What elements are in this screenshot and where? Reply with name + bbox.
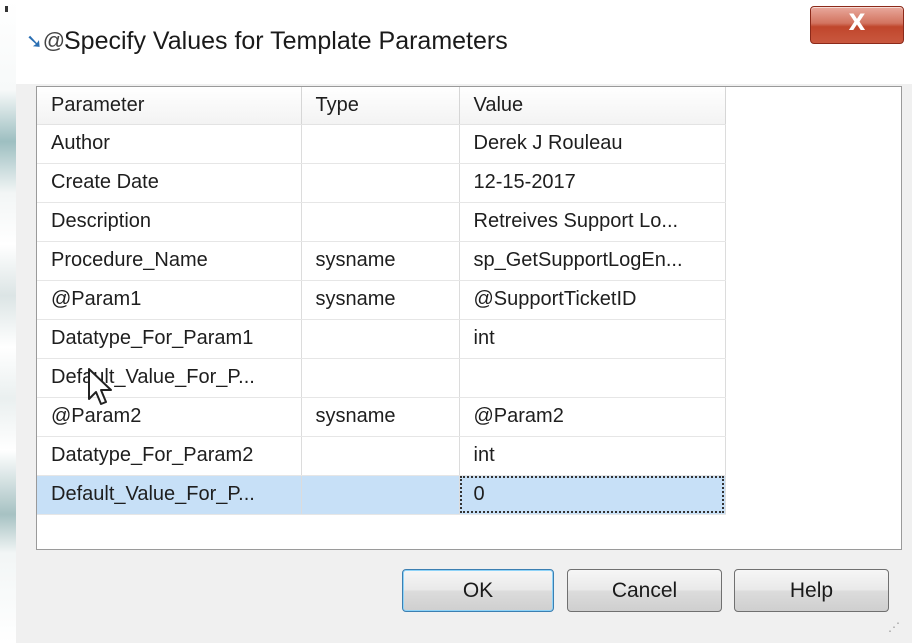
title-bar[interactable]: ➘@ Specify Values for Template Parameter… (16, 0, 912, 84)
parameter-cell: Datatype_For_Param1 (37, 319, 302, 359)
value-cell[interactable]: @Param2 (459, 397, 726, 437)
grid-row[interactable]: Datatype_For_Param2 int (37, 436, 726, 476)
parameter-cell: Procedure_Name (37, 241, 302, 281)
value-cell[interactable]: sp_GetSupportLogEn... (459, 241, 726, 281)
grid-row[interactable]: @Param1 sysname @SupportTicketID (37, 280, 726, 320)
cancel-button[interactable]: Cancel (567, 569, 722, 612)
value-cell[interactable]: Derek J Rouleau (459, 124, 726, 164)
parameter-cell: @Param2 (37, 397, 302, 437)
column-header-parameter[interactable]: Parameter (37, 87, 302, 125)
parameter-cell: Description (37, 202, 302, 242)
value-cell[interactable]: Retreives Support Lo... (459, 202, 726, 242)
type-cell: sysname (301, 397, 460, 437)
type-cell (301, 475, 460, 515)
parameter-cell: Default_Value_For_P... (37, 475, 302, 515)
type-cell (301, 436, 460, 476)
grid-row[interactable]: Datatype_For_Param1 int (37, 319, 726, 359)
type-cell: sysname (301, 241, 460, 281)
close-icon: X (848, 11, 866, 36)
parameter-cell: Create Date (37, 163, 302, 203)
close-button[interactable]: X (810, 6, 904, 44)
template-parameters-dialog: ➘@ Specify Values for Template Parameter… (16, 0, 912, 643)
grid-row[interactable]: Description Retreives Support Lo... (37, 202, 726, 242)
grid-row[interactable]: @Param2 sysname @Param2 (37, 397, 726, 437)
type-cell (301, 202, 460, 242)
screen: ➘@ Specify Values for Template Parameter… (0, 0, 912, 643)
type-cell (301, 358, 460, 398)
value-cell[interactable]: 12-15-2017 (459, 163, 726, 203)
parameter-cell: Author (37, 124, 302, 164)
type-cell (301, 124, 460, 164)
grid-row[interactable]: Default_Value_For_P... 0 (37, 475, 726, 515)
grid-row[interactable]: Default_Value_For_P... (37, 358, 726, 398)
ok-button[interactable]: OK (402, 569, 554, 612)
value-cell[interactable]: int (459, 319, 726, 359)
grid-row[interactable]: Author Derek J Rouleau (37, 124, 726, 164)
type-cell (301, 163, 460, 203)
background-window-edge (0, 0, 16, 643)
value-cell[interactable]: 0 (459, 475, 726, 515)
grid-row[interactable]: Create Date 12-15-2017 (37, 163, 726, 203)
parameter-cell: Default_Value_For_P... (37, 358, 302, 398)
parameters-table: Parameter Type Value Author Derek J Roule… (37, 87, 726, 515)
parameter-cell: @Param1 (37, 280, 302, 320)
dialog-title: Specify Values for Template Parameters (64, 27, 508, 55)
value-cell[interactable]: int (459, 436, 726, 476)
grid-header-row: Parameter Type Value (37, 87, 726, 125)
parameters-grid[interactable]: Parameter Type Value Author Derek J Roule… (36, 86, 902, 550)
column-header-type[interactable]: Type (301, 87, 460, 125)
value-cell[interactable] (459, 358, 726, 398)
parameter-cell: Datatype_For_Param2 (37, 436, 302, 476)
column-header-value[interactable]: Value (459, 87, 726, 125)
value-cell[interactable]: @SupportTicketID (459, 280, 726, 320)
type-cell (301, 319, 460, 359)
help-button[interactable]: Help (734, 569, 889, 612)
type-cell: sysname (301, 280, 460, 320)
background-corner-mark (5, 6, 8, 12)
template-parameters-icon: ➘@ (26, 28, 66, 53)
resize-grip-icon[interactable]: ⋰ (888, 618, 906, 636)
grid-row[interactable]: Procedure_Name sysname sp_GetSupportLogEn.… (37, 241, 726, 281)
